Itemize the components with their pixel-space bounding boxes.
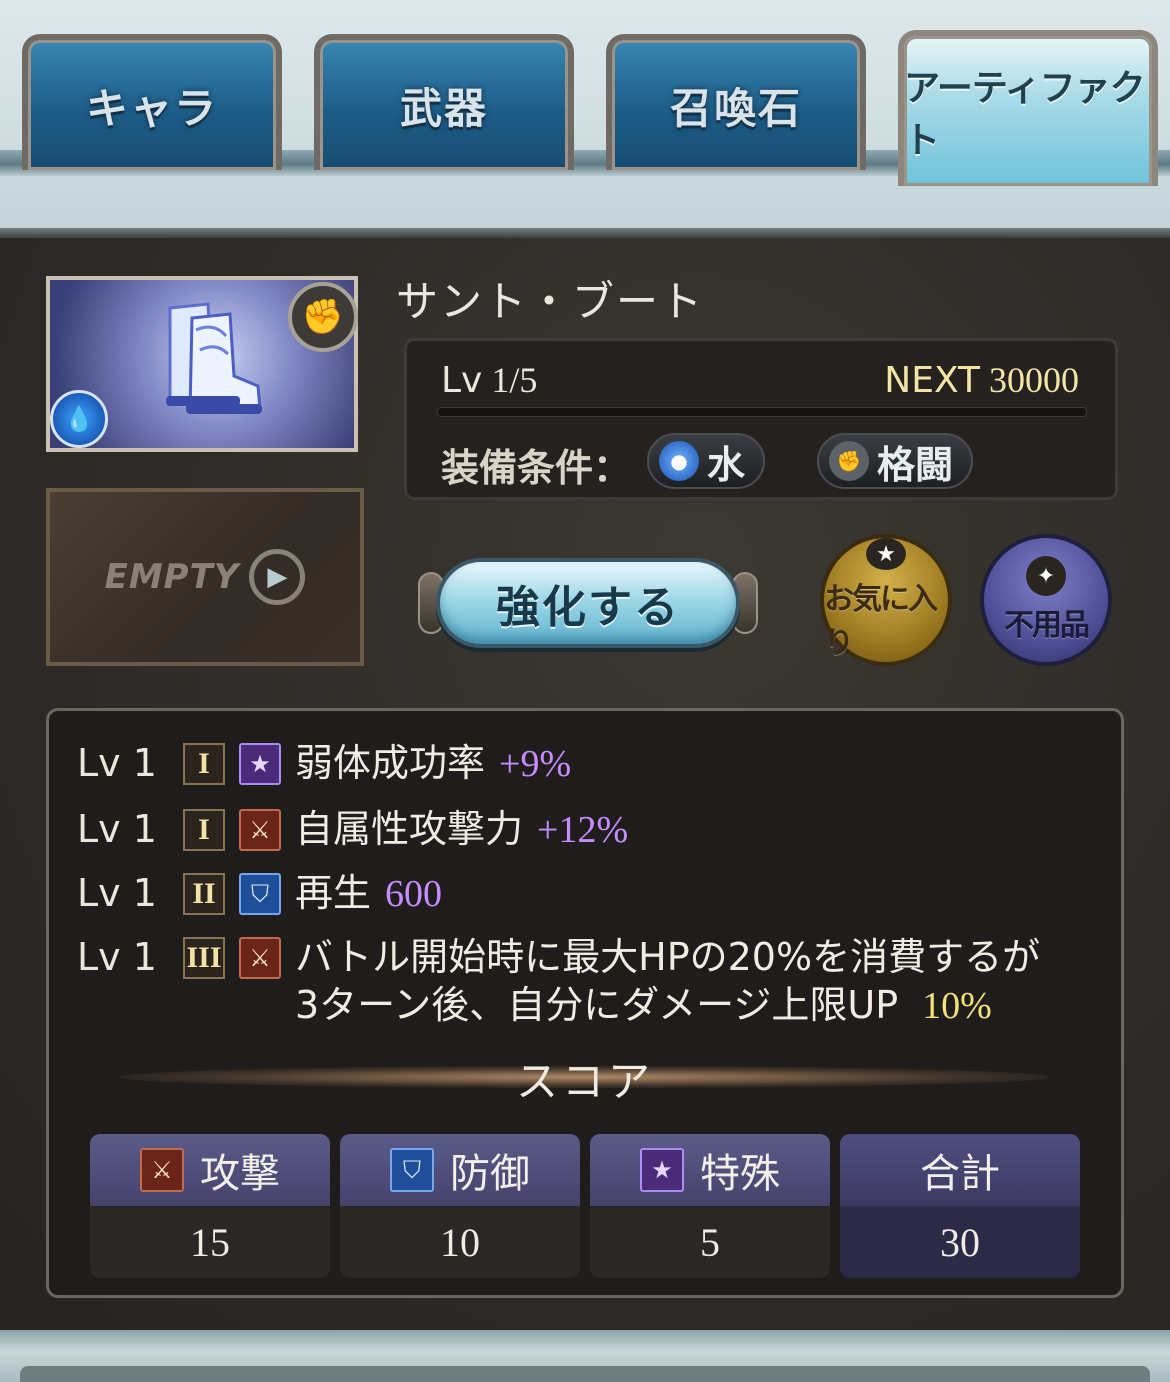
score-total-label: 合計 [920, 1151, 1000, 1197]
skill-line-1: バトル開始時に最大HPの20%を消費するが [295, 935, 1041, 979]
skill-value: 600 [385, 873, 443, 915]
next-exp-text: NEXT 30000 [884, 359, 1079, 401]
skill-text: バトル開始時に最大HPの20%を消費するが 3ターン後、自分にダメージ上限UP 1… [295, 933, 1040, 1030]
score-defense-label: 防御 [450, 1151, 530, 1197]
star-icon: ★ [866, 538, 906, 570]
special-icon: ★ [239, 743, 281, 785]
attack-icon: ⚔ [239, 937, 281, 979]
skill-level: Lv 1 [77, 807, 157, 851]
skill-row: Lv 1 I ⚔ 自属性攻撃力 +12% [77, 805, 628, 855]
score-total-header: 合計 [840, 1134, 1080, 1206]
tab-artifacts-label: アーティファクト [904, 68, 1146, 161]
skill-tier: I [183, 743, 225, 785]
play-icon: ▶ [249, 549, 306, 605]
upgrade-button-body: 強化する [436, 558, 740, 648]
junk-button[interactable]: ✦ 不用品 [980, 534, 1112, 666]
tab-artifacts[interactable]: アーティファクト [898, 30, 1158, 186]
junk-button-label: 不用品 [1004, 608, 1090, 643]
score-defense: ⛉ 防御 10 [340, 1134, 580, 1278]
boots-image [166, 302, 262, 414]
score-title: スコア [515, 1057, 654, 1106]
fist-icon: ✊ [288, 282, 358, 352]
skill-name: 自属性攻撃力 [295, 807, 524, 851]
skill-tier: I [183, 809, 225, 851]
equip-condition-label: 装備条件： [441, 446, 632, 490]
skill-text: 再生 600 [295, 869, 442, 918]
skill-text: 自属性攻撃力 +12% [295, 805, 628, 854]
star-icon: ★ [640, 1148, 684, 1192]
score-attack: ⚔ 攻撃 15 [90, 1134, 330, 1278]
skill-row: Lv 1 II ⛉ 再生 600 [77, 869, 442, 919]
condition-weapon-chip: ✊ 格闘 [817, 433, 974, 489]
tab-weapons-label: 武器 [399, 83, 488, 133]
score-attack-label: 攻撃 [200, 1151, 280, 1197]
score-defense-value: 10 [440, 1219, 480, 1265]
skill-tier: II [183, 873, 225, 915]
skill-tier: III [183, 937, 225, 979]
next-label: NEXT [884, 360, 980, 401]
tab-bar: キャラ 武器 召喚石 アーティファクト [0, 0, 1170, 242]
skill-level: Lv 1 [77, 741, 157, 785]
tab-summons[interactable]: 召喚石 [606, 34, 866, 170]
condition-element-chip: ● 水 [647, 433, 766, 489]
shield-icon: ⛉ [239, 873, 281, 915]
footer-bar [0, 1330, 1170, 1382]
footer-ledge [20, 1366, 1150, 1382]
upgrade-button[interactable]: 強化する [418, 552, 758, 656]
score-total-value: 30 [940, 1219, 980, 1265]
artifact-name: サント・ブート [396, 277, 705, 326]
skill-name: 弱体成功率 [295, 741, 486, 785]
condition-weapon-label: 格闘 [877, 442, 954, 487]
skill-line-2: 3ターン後、自分にダメージ上限UP [295, 983, 899, 1027]
skill-value: +12% [537, 809, 629, 851]
score-special-value: 5 [700, 1219, 720, 1265]
score-attack-value: 15 [190, 1219, 230, 1265]
skill-row: Lv 1 III ⚔ バトル開始時に最大HPの20%を消費するが 3ターン後、自… [77, 933, 1040, 1033]
score-special: ★ 特殊 5 [590, 1134, 830, 1278]
exp-progress-bar [437, 407, 1087, 417]
attack-icon: ⚔ [239, 809, 281, 851]
level-text: Lv 1/5 [441, 359, 537, 401]
artifact-info-box: Lv 1/5 NEXT 30000 装備条件： ● 水 ✊ 格闘 [404, 338, 1118, 500]
attack-icon: ⚔ [140, 1148, 184, 1192]
score-attack-header: ⚔ 攻撃 [90, 1134, 330, 1206]
level-value: 1/5 [491, 360, 538, 400]
score-special-header: ★ 特殊 [590, 1134, 830, 1206]
empty-slot-label: EMPTY [104, 557, 240, 597]
shield-icon: ⛉ [390, 1148, 434, 1192]
condition-element-label: 水 [707, 442, 746, 487]
favorite-button-label: お気に入り [824, 582, 938, 661]
sparkle-icon: ✦ [1026, 556, 1066, 596]
score-special-label: 特殊 [700, 1151, 780, 1197]
skill-level: Lv 1 [77, 935, 157, 979]
tab-characters[interactable]: キャラ [22, 34, 282, 170]
skill-value: 10% [922, 985, 992, 1027]
favorite-button[interactable]: ★ お気に入り [820, 534, 952, 666]
skill-level: Lv 1 [77, 871, 157, 915]
water-orb-icon: ● [659, 441, 699, 481]
tab-summons-label: 召喚石 [669, 83, 802, 133]
water-icon: 💧 [50, 390, 108, 448]
upgrade-button-label: 強化する [496, 582, 680, 633]
empty-slot[interactable]: EMPTY ▶ [46, 488, 364, 666]
tab-weapons[interactable]: 武器 [314, 34, 574, 170]
fist-icon: ✊ [829, 441, 869, 481]
skill-row: Lv 1 I ★ 弱体成功率 +9% [77, 739, 571, 789]
skill-value: +9% [499, 743, 572, 785]
score-defense-header: ⛉ 防御 [340, 1134, 580, 1206]
skill-name: 再生 [295, 871, 372, 915]
next-value: 30000 [989, 360, 1079, 400]
score-total: 合計 30 [840, 1134, 1080, 1278]
level-label: Lv [441, 360, 483, 401]
skill-text: 弱体成功率 +9% [295, 739, 571, 788]
tab-characters-label: キャラ [85, 83, 218, 133]
